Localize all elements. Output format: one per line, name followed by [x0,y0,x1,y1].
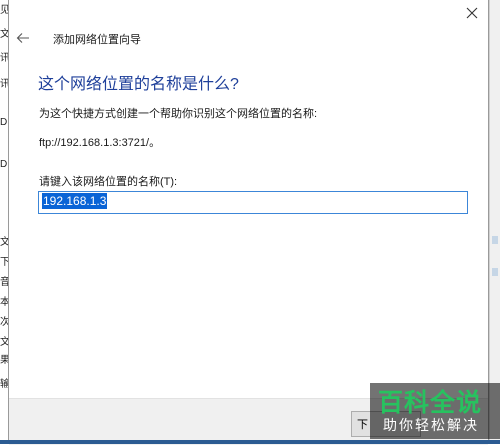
watermark-sub-text: 助你轻松解决 [383,418,479,434]
bg-char: 见 [0,5,9,16]
bg-char: 文 [0,337,9,348]
bg-char: 次 [0,317,9,328]
bg-char: 文 [0,29,9,40]
wizard-title: 添加网络位置向导 [53,34,141,46]
add-network-location-wizard: 添加网络位置向导 这个网络位置的名称是什么? 为这个快捷方式创建一个帮助你识别这… [8,0,489,445]
taskbar-strip [0,440,500,444]
background-window-right [489,0,500,444]
wizard-header: 添加网络位置向导 [9,28,488,48]
network-location-name-input[interactable]: 192.168.1.3 [38,191,468,214]
bg-char: D [0,117,8,128]
network-address: ftp://192.168.1.3:3721/。 [39,137,161,149]
name-field-label: 请键入该网络位置的名称(T): [39,176,178,188]
back-button[interactable] [13,28,33,48]
bg-char: 讯 [0,53,9,64]
bg-char: D [0,159,8,170]
selected-text: 192.168.1.3 [42,193,108,209]
close-button[interactable] [460,2,484,24]
bg-char: 讯 [0,79,9,90]
bg-char: 本 [0,297,9,308]
bg-char: 果 [0,355,9,366]
bg-char: 音 [0,277,9,288]
close-icon [466,7,478,19]
bg-char: 下 [0,257,9,268]
page-heading: 这个网络位置的名称是什么? [38,76,239,93]
bg-char: 文 [0,237,9,248]
bg-mark [492,268,498,276]
description-text: 为这个快捷方式创建一个帮助你识别这个网络位置的名称: [39,108,318,120]
back-arrow-icon [16,33,29,43]
watermark-logo: 百科全说 助你轻松解决 [370,383,500,439]
watermark-main-text: 百科全说 [378,388,483,417]
bg-char: 输 [0,379,9,390]
bg-mark [492,236,498,244]
